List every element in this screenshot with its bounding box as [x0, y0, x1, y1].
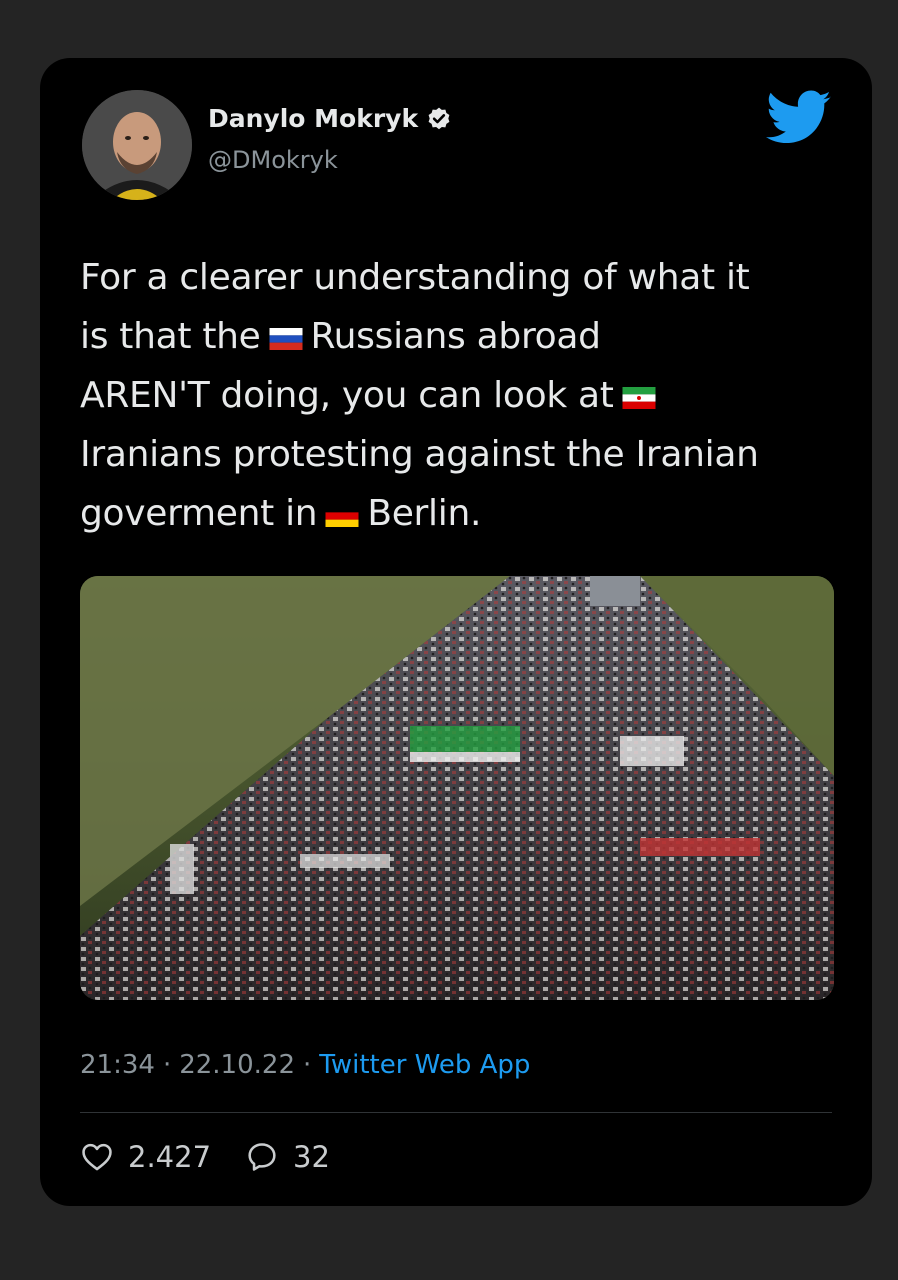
tweet-text: For a clearer understanding of what it i… — [80, 248, 840, 543]
reply-count: 32 — [293, 1140, 330, 1174]
like-button[interactable]: 2.427 — [80, 1140, 211, 1174]
twitter-bird-icon[interactable] — [766, 90, 832, 146]
germany-flag-icon — [325, 505, 359, 527]
tweet-line-2-start: is that the — [80, 316, 261, 357]
heart-icon — [82, 1143, 112, 1171]
avatar[interactable] — [82, 90, 192, 200]
meta-separator: · — [302, 1050, 312, 1080]
divider — [80, 1112, 832, 1113]
reply-bubble-icon — [248, 1143, 276, 1171]
tweet-stats: 2.427 32 — [80, 1140, 364, 1174]
tweet-line-5-end: Berlin. — [367, 493, 482, 534]
russia-flag-icon — [269, 328, 303, 350]
tweet-line-2-end: Russians abroad — [310, 316, 601, 357]
author-name[interactable]: Danylo Mokryk — [208, 104, 418, 133]
tweet-photo[interactable] — [80, 576, 834, 1000]
reply-button[interactable]: 32 — [245, 1140, 330, 1174]
tweet-line-5-start: goverment in — [80, 493, 318, 534]
iran-flag-icon — [622, 387, 656, 409]
tweet-time[interactable]: 21:34 — [80, 1050, 155, 1080]
author-handle[interactable]: @DMokryk — [208, 146, 338, 174]
protest-crowd-image — [80, 576, 834, 1000]
tweet-date[interactable]: 22.10.22 — [179, 1050, 295, 1080]
avatar-photo — [82, 90, 192, 200]
meta-separator: · — [162, 1050, 172, 1080]
author-name-row[interactable]: Danylo Mokryk — [208, 104, 452, 133]
tweet-line-3-start: AREN'T doing, you can look at — [80, 375, 614, 416]
tweet-line-2: is that the Russians abroad — [80, 307, 840, 366]
tweet-card: Danylo Mokryk @DMokryk For a clearer und… — [40, 58, 872, 1206]
tweet-line-4: Iranians protesting against the Iranian — [80, 434, 759, 475]
tweet-line-1: For a clearer understanding of what it — [80, 257, 750, 298]
tweet-line-5: goverment in Berlin. — [80, 484, 840, 543]
tweet-meta: 21:34 · 22.10.22 · Twitter Web App — [80, 1050, 530, 1080]
like-count: 2.427 — [128, 1140, 212, 1174]
tweet-line-3: AREN'T doing, you can look at — [80, 366, 840, 425]
verified-badge-icon — [428, 107, 450, 129]
tweet-source-app[interactable]: Twitter Web App — [319, 1050, 530, 1080]
